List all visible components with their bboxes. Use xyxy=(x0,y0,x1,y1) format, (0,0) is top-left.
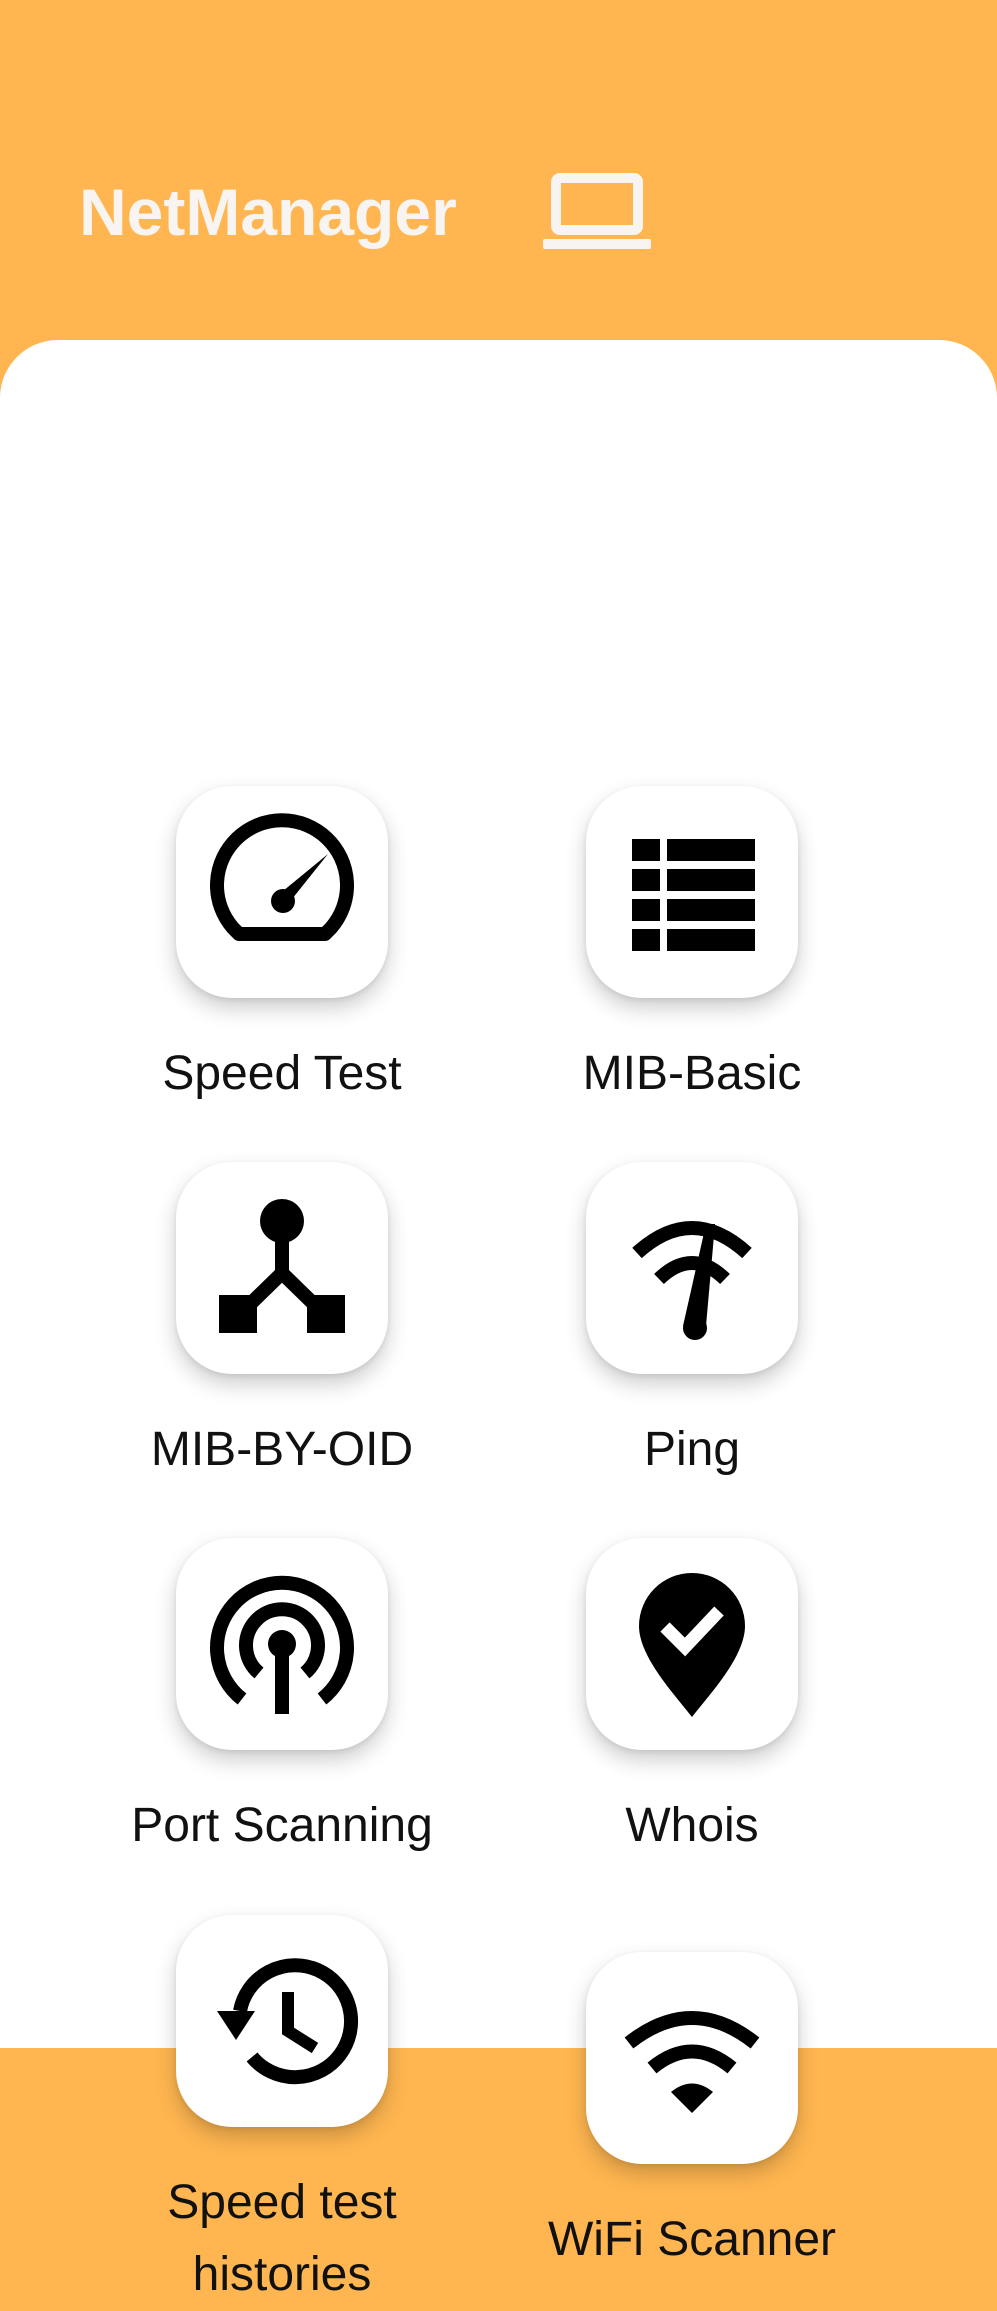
tools-panel: Speed Test MIB-Basic MIB-BY-OID Ping Por… xyxy=(0,340,997,2301)
whois-button[interactable] xyxy=(586,1538,798,1750)
tool-mib-by-oid[interactable]: MIB-BY-OID xyxy=(77,1162,487,1486)
tool-port-scanning[interactable]: Port Scanning xyxy=(77,1538,487,1862)
mib-by-oid-button[interactable] xyxy=(176,1162,388,1374)
speedometer-icon xyxy=(210,813,354,941)
port-scanning-button[interactable] xyxy=(176,1538,388,1750)
speed-test-button[interactable] xyxy=(176,786,388,998)
mib-by-oid-label: MIB-BY-OID xyxy=(150,1423,414,1476)
mib-basic-label: MIB-Basic xyxy=(582,1047,802,1100)
wifi-icon xyxy=(624,2011,760,2113)
tool-mib-basic[interactable]: MIB-Basic xyxy=(487,786,897,1110)
broadcast-icon xyxy=(210,1575,354,1714)
tree-icon xyxy=(219,1199,345,1333)
whois-label: Whois xyxy=(625,1799,759,1852)
app-header: NetManager xyxy=(0,0,997,360)
location-check-icon xyxy=(639,1573,745,1717)
signal-gauge-icon xyxy=(632,1221,752,1340)
tool-speed-test-histories[interactable]: Speed test histories xyxy=(77,1915,487,2311)
wifi-scanner-label: WiFi Scanner xyxy=(547,2213,837,2266)
wifi-scanner-button[interactable] xyxy=(586,1952,798,2164)
list-icon xyxy=(632,839,755,951)
speed-test-label: Speed Test xyxy=(162,1047,402,1100)
laptop-icon xyxy=(543,173,651,249)
tool-wifi-scanner[interactable]: WiFi Scanner xyxy=(487,1952,897,2276)
speed-test-histories-label: Speed test histories xyxy=(167,2176,397,2301)
ping-button[interactable] xyxy=(586,1162,798,1374)
speed-test-histories-button[interactable] xyxy=(176,1915,388,2127)
mib-basic-button[interactable] xyxy=(586,786,798,998)
tool-ping[interactable]: Ping xyxy=(487,1162,897,1486)
port-scanning-label: Port Scanning xyxy=(131,1799,433,1852)
history-icon xyxy=(217,1958,359,2085)
tool-speed-test[interactable]: Speed Test xyxy=(77,786,487,1110)
tool-whois[interactable]: Whois xyxy=(487,1538,897,1862)
app-title: NetManager xyxy=(79,175,457,249)
ping-label: Ping xyxy=(643,1423,741,1476)
